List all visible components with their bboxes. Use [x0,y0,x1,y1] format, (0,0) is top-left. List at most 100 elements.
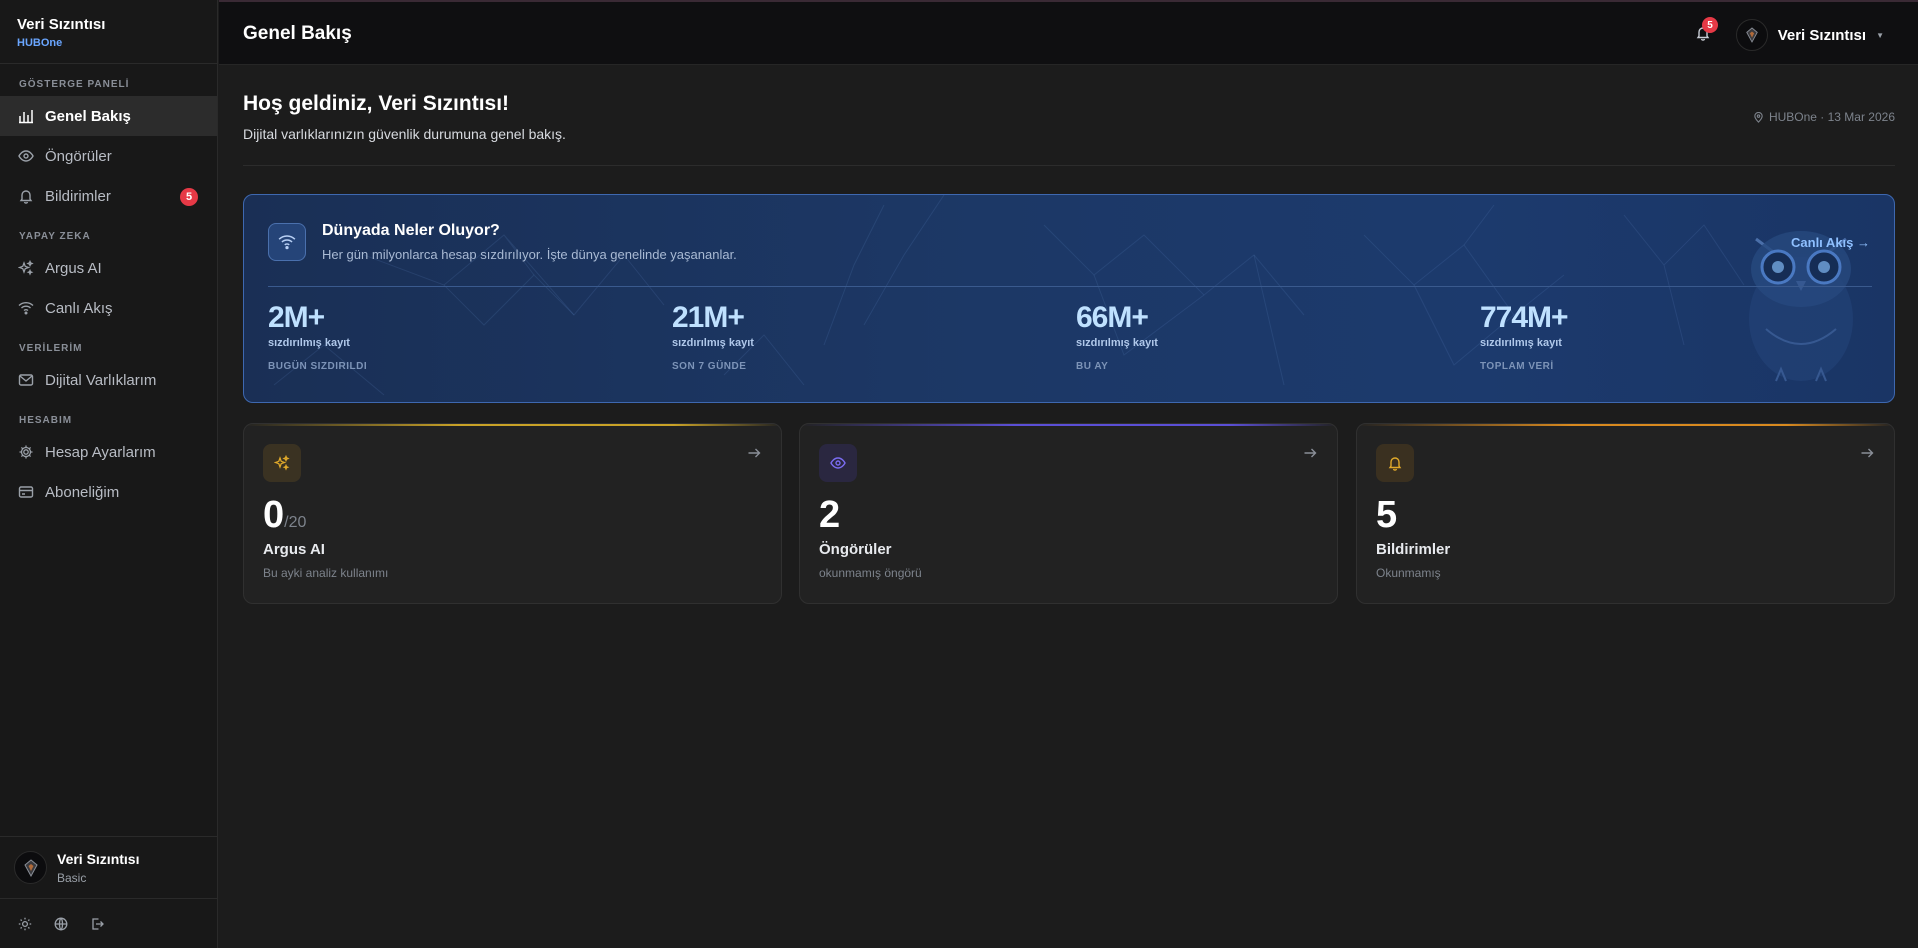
card-value-suffix: /20 [284,514,307,531]
welcome-subtitle: Dijital varlıklarınızın güvenlik durumun… [243,126,566,142]
sidebar-item-notifications[interactable]: Bildirimler 5 [0,176,217,216]
sparkles-icon [263,444,301,482]
hero-title: Dünyada Neler Oluyor? [322,222,500,239]
card-value: 0/20 [263,494,307,536]
card-value: 2 [819,494,841,536]
sidebar-item-argus-ai[interactable]: Argus AI [0,248,217,288]
card-value: 5 [1376,494,1398,536]
world-leaks-banner: Dünyada Neler Oluyor? Her gün milyonlarc… [243,194,1895,403]
sidebar-item-overview[interactable]: Genel Bakış [0,96,217,136]
stat-today: 2M+ sızdırılmış kayıt BUGÜN SIZDIRILDI [268,301,367,372]
bell-icon [19,190,33,204]
hero-divider [268,286,1872,287]
divider [243,165,1895,166]
card-description: Bu ayki analiz kullanımı [263,566,389,580]
wifi-icon [18,301,34,315]
section-label-data: VERİLERİM [19,343,83,354]
stat-period: BUGÜN SIZDIRILDI [268,361,368,372]
card-title: Bildirimler [1376,541,1451,558]
org-date-text: HUBOne · 13 Mar 2026 [1768,110,1895,124]
sidebar-item-account-settings[interactable]: Hesap Ayarlarım [0,432,217,472]
mail-icon [18,374,34,386]
section-label-account: HESABIM [19,415,73,426]
sidebar-user-plan: Basic [57,870,87,885]
sidebar-item-insights[interactable]: Öngörüler [0,136,217,176]
eye-icon [18,150,34,162]
avatar [1735,19,1768,51]
location-pin-icon [1754,111,1763,123]
card-title: Argus AI [263,541,325,558]
hero-subtitle: Her gün milyonlarca hesap sızdırılıyor. … [322,247,737,262]
stat-value: 774M+ [1480,301,1569,334]
welcome-title: Hoş geldiniz, Veri Sızıntısı! [243,92,510,115]
bell-icon [1376,444,1414,482]
card-accent [1357,424,1894,426]
stat-unit: sızdırılmış kayıt [268,337,350,349]
sidebar-item-label: Bildirimler [45,187,111,205]
stat-period: BU AY [1076,361,1109,372]
sidebar: Veri Sızıntısı HUBOne GÖSTERGE PANELİ Ge… [0,0,218,948]
brand[interactable]: Veri Sızıntısı HUBOne [0,0,217,64]
card-notifications[interactable]: 5 Bildirimler Okunmamış [1356,423,1895,604]
card-argus-ai[interactable]: 0/20 Argus AI Bu ayki analiz kullanımı [243,423,782,604]
gear-icon [19,445,33,459]
hero-wifi-icon [268,223,306,261]
sidebar-user[interactable]: Veri Sızıntısı Basic [0,836,218,898]
card-title: Öngörüler [819,541,892,558]
sun-icon[interactable] [18,917,32,931]
logout-icon[interactable] [90,917,104,931]
arrow-right-icon[interactable] [747,446,761,460]
sidebar-item-digital-assets[interactable]: Dijital Varlıklarım [0,360,217,400]
stat-value: 21M+ [672,301,745,334]
section-label-ai: YAPAY ZEKA [19,231,91,242]
card-insights[interactable]: 2 Öngörüler okunmamış öngörü [799,423,1338,604]
sidebar-item-label: Canlı Akış [45,299,113,317]
sparkles-icon [18,260,34,276]
logo-icon [1745,27,1758,43]
sidebar-item-subscription[interactable]: Aboneliğim [0,472,217,512]
stat-this-month: 66M+ sızdırılmış kayıt BU AY [1076,301,1158,372]
org-date-meta: HUBOne · 13 Mar 2026 [1753,110,1895,124]
sidebar-tools [0,898,218,948]
eye-icon [819,444,857,482]
user-menu[interactable]: Veri Sızıntısı ▼ [1735,19,1884,51]
stat-value: 66M+ [1076,301,1149,334]
chevron-down-icon: ▼ [1876,30,1884,40]
sidebar-user-name: Veri Sızıntısı [57,850,140,867]
logo-icon [23,858,38,877]
page-title: Genel Bakış [243,23,352,44]
card-accent [800,424,1337,426]
sidebar-item-label: Dijital Varlıklarım [45,371,157,389]
card-accent [244,424,781,426]
stat-unit: sızdırılmış kayıt [1480,337,1562,349]
notification-badge: 5 [1702,17,1718,33]
globe-icon[interactable] [54,917,68,931]
notification-count-badge: 5 [180,188,198,206]
sidebar-item-label: Genel Bakış [45,107,131,125]
bar-chart-icon [19,110,33,124]
user-menu-name: Veri Sızıntısı [1777,26,1867,44]
sidebar-item-label: Argus AI [45,259,102,277]
card-description: okunmamış öngörü [819,566,922,580]
sidebar-item-live-feed[interactable]: Canlı Akış [0,288,217,328]
arrow-right-icon[interactable] [1303,446,1317,460]
credit-card-icon [18,486,34,498]
section-label-dashboard: GÖSTERGE PANELİ [19,79,130,90]
card-description: Okunmamış [1376,566,1441,580]
live-feed-link[interactable]: Canlı Akış → [1791,235,1870,250]
brand-name: Veri Sızıntısı [17,16,106,33]
brand-sub: HUBOne [17,37,63,49]
stat-value: 2M+ [268,301,325,334]
stat-period: SON 7 GÜNDE [672,361,747,372]
stat-total: 774M+ sızdırılmış kayıt TOPLAM VERİ [1480,301,1569,372]
avatar [14,851,47,884]
stat-unit: sızdırılmış kayıt [1076,337,1158,349]
arrow-right-icon[interactable] [1860,446,1874,460]
stat-period: TOPLAM VERİ [1480,361,1554,372]
topbar: Genel Bakış 5 Veri Sızıntısı ▼ [219,0,1918,65]
stat-last-7-days: 21M+ sızdırılmış kayıt SON 7 GÜNDE [672,301,754,372]
sidebar-item-label: Aboneliğim [45,483,120,501]
sidebar-item-label: Öngörüler [45,147,112,165]
stat-unit: sızdırılmış kayıt [672,337,754,349]
sidebar-item-label: Hesap Ayarlarım [45,443,156,461]
